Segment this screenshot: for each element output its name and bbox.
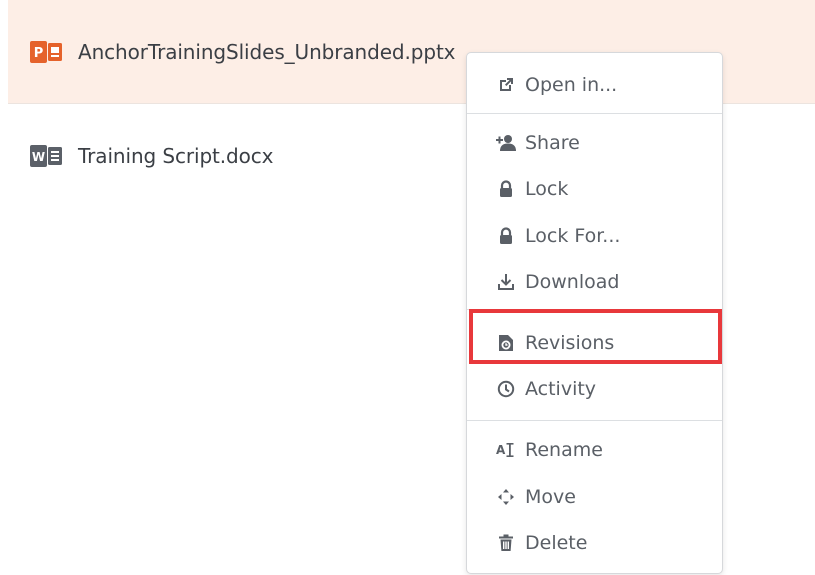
menu-item-open-in[interactable]: Open in... (467, 65, 722, 105)
menu-divider (467, 420, 722, 421)
menu-item-delete[interactable]: Delete (467, 523, 722, 563)
menu-item-lock[interactable]: Lock (467, 169, 722, 209)
menu-item-move[interactable]: Move (467, 477, 722, 517)
menu-item-label: Delete (525, 532, 588, 554)
file-browser: P AnchorTrainingSlides_Unbranded.pptx W … (0, 0, 815, 575)
download-icon (495, 271, 517, 293)
menu-item-lock-for[interactable]: Lock For... (467, 216, 722, 256)
rename-icon: A (495, 439, 517, 461)
file-name[interactable]: AnchorTrainingSlides_Unbranded.pptx (78, 40, 456, 64)
menu-item-share[interactable]: Share (467, 123, 722, 163)
clock-icon (495, 378, 517, 400)
file-name[interactable]: Training Script.docx (78, 144, 274, 168)
menu-item-label: Revisions (525, 332, 615, 354)
menu-item-label: Rename (525, 439, 603, 461)
menu-divider (467, 113, 722, 114)
lock-icon (495, 225, 517, 247)
menu-item-activity[interactable]: Activity (467, 369, 722, 409)
lock-icon (495, 178, 517, 200)
svg-text:P: P (34, 46, 44, 61)
context-menu: Open in... Share Lock Lock For... Downlo… (466, 52, 723, 574)
menu-item-revisions[interactable]: Revisions (467, 323, 722, 363)
menu-item-label: Share (525, 132, 580, 154)
menu-divider (467, 309, 722, 310)
move-icon (495, 486, 517, 508)
menu-item-label: Lock For... (525, 225, 621, 247)
powerpoint-icon: P (30, 39, 66, 65)
word-icon: W (30, 143, 66, 169)
add-user-icon (495, 132, 517, 154)
revisions-icon (495, 332, 517, 354)
open-external-icon (495, 74, 517, 96)
menu-item-label: Open in... (525, 74, 618, 96)
menu-item-label: Download (525, 271, 620, 293)
trash-icon (495, 532, 517, 554)
menu-item-rename[interactable]: A Rename (467, 430, 722, 470)
menu-item-label: Lock (525, 178, 569, 200)
menu-item-label: Move (525, 486, 576, 508)
svg-text:W: W (32, 150, 45, 164)
menu-item-download[interactable]: Download (467, 262, 722, 302)
menu-item-label: Activity (525, 378, 597, 400)
svg-text:A: A (496, 443, 506, 457)
